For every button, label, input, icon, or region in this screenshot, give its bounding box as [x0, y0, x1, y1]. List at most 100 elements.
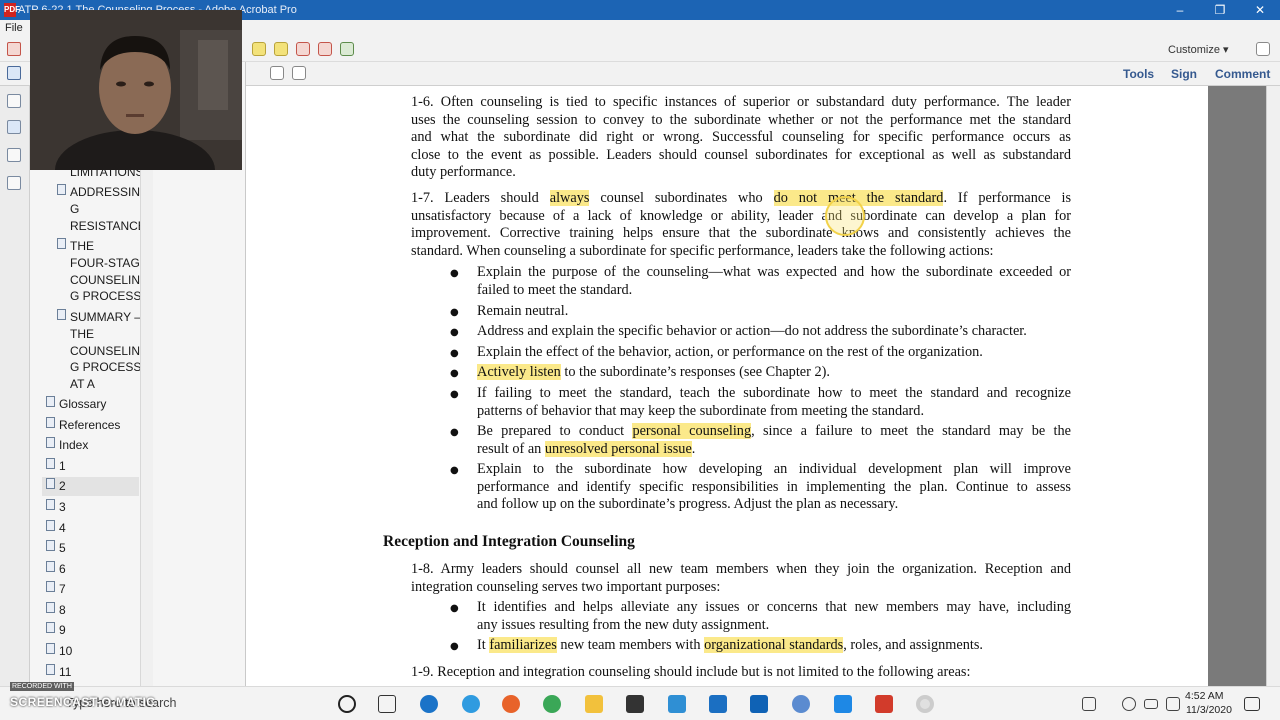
- bookmark-10[interactable]: 10: [59, 643, 72, 660]
- minimize-button[interactable]: –: [1160, 0, 1200, 20]
- text-line: Explain to the subordinate how developin…: [477, 461, 1071, 477]
- expand-icon[interactable]: [1256, 42, 1270, 56]
- bookmark-addressing-resistance[interactable]: ADDRESSIN G RESISTANCE: [70, 184, 146, 234]
- network-icon[interactable]: [1082, 697, 1096, 711]
- bullet-marker: ●: [450, 307, 459, 318]
- share-icon[interactable]: [340, 42, 354, 56]
- calculator-icon[interactable]: [668, 695, 686, 713]
- calendar-icon[interactable]: [709, 695, 727, 713]
- attachments-icon[interactable]: [7, 148, 21, 162]
- battery-icon[interactable]: [1144, 699, 1158, 709]
- bookmark-references[interactable]: References: [59, 417, 120, 434]
- bookmark-page-icon: [46, 664, 55, 675]
- menu-file[interactable]: File: [5, 22, 23, 34]
- ie-browser-icon[interactable]: [462, 695, 480, 713]
- bookmarks-icon[interactable]: [7, 120, 21, 134]
- bookmark-page-icon: [46, 478, 55, 489]
- acrobat-app-icon: PDF: [4, 3, 20, 17]
- tab-tools[interactable]: Tools: [1123, 67, 1154, 81]
- highlight-actively-listen[interactable]: Actively listen: [477, 364, 561, 380]
- clock-date[interactable]: 11/3/2020: [1186, 704, 1232, 716]
- bookmark-9[interactable]: 9: [59, 622, 66, 639]
- bookmark-glossary[interactable]: Glossary: [59, 396, 106, 413]
- attach-file-icon[interactable]: [296, 42, 310, 56]
- comment-bubble-icon[interactable]: [252, 42, 266, 56]
- bookmark-1[interactable]: 1: [59, 458, 66, 475]
- edge-browser-icon[interactable]: [420, 695, 438, 713]
- bookmark-4[interactable]: 4: [59, 520, 66, 537]
- paragraph-1-8: 1-8. Army leaders should counsel all new…: [411, 561, 1071, 596]
- bullet-familiarizes: It familiarizes new team members with or…: [477, 637, 983, 655]
- text-line: 1-7. Leaders should always counsel subor…: [411, 190, 1071, 208]
- task-view-icon[interactable]: [378, 695, 396, 713]
- fit-page-icon[interactable]: [270, 66, 284, 80]
- notifications-icon[interactable]: [1244, 697, 1260, 711]
- bookmark-8[interactable]: 8: [59, 602, 66, 619]
- bookmark-page-icon: [57, 238, 66, 249]
- bullet-personal-counseling: Be prepared to conduct personal counseli…: [477, 423, 1071, 458]
- mouse-cursor-highlight: [825, 196, 865, 236]
- recorder-icon[interactable]: [916, 695, 934, 713]
- bookmark-3[interactable]: 3: [59, 499, 66, 516]
- bookmark-line: THE: [70, 239, 94, 253]
- bookmark-line: AT A: [70, 377, 95, 392]
- bookmark-line: ADDRESSIN: [70, 185, 141, 199]
- bullet-development-plan: Explain to the subordinate how developin…: [477, 461, 1071, 514]
- signatures-icon[interactable]: [7, 176, 21, 190]
- highlight-text-icon[interactable]: [274, 42, 288, 56]
- highlight-unresolved-personal-issue[interactable]: unresolved personal issue: [544, 440, 692, 457]
- stamp-icon[interactable]: [318, 42, 332, 56]
- tab-comment[interactable]: Comment: [1215, 67, 1270, 81]
- highlight-always[interactable]: always: [549, 190, 590, 206]
- bookmark-line: G PROCESS: [70, 289, 142, 304]
- bookmark-7[interactable]: 7: [59, 581, 66, 598]
- selected-bookmark-highlight: [42, 477, 139, 496]
- windows-taskbar: Type here to search 4:52 AM 11/3/2020: [0, 686, 1280, 720]
- text-span: new team members with: [556, 637, 705, 653]
- bullet-remain-neutral: Remain neutral.: [477, 303, 569, 319]
- page-thumbnails-icon[interactable]: [7, 94, 21, 108]
- bookmark-2[interactable]: 2: [59, 478, 66, 495]
- acrobat-taskbar-icon[interactable]: [875, 695, 893, 713]
- full-screen-icon[interactable]: [292, 66, 306, 80]
- text-line: It identifies and helps alleviate any is…: [477, 599, 1071, 615]
- bookmark-6[interactable]: 6: [59, 561, 66, 578]
- bookmark-page-icon: [46, 437, 55, 448]
- highlight-familiarizes[interactable]: familiarizes: [489, 637, 557, 653]
- bookmarks-scrollbar[interactable]: [140, 170, 153, 686]
- bookmark-four-stage-process[interactable]: THE FOUR-STAGE COUNSELIN G PROCESS: [70, 238, 148, 305]
- cortana-icon[interactable]: [338, 695, 356, 713]
- text-line: If failing to meet the standard, teach t…: [477, 385, 1071, 401]
- store-icon[interactable]: [626, 695, 644, 713]
- volume-icon[interactable]: [1166, 697, 1180, 711]
- tab-sign[interactable]: Sign: [1171, 67, 1197, 81]
- phone-app-icon[interactable]: [834, 695, 852, 713]
- section-heading: Reception and Integration Counseling: [383, 533, 635, 550]
- customize-dropdown[interactable]: Customize ▾: [1168, 43, 1229, 56]
- highlight-organizational-standards[interactable]: organizational standards: [704, 637, 844, 653]
- bookmark-summary[interactable]: SUMMARY – THE COUNSELIN G PROCESS AT A: [70, 309, 141, 393]
- onedrive-icon[interactable]: [1122, 697, 1136, 711]
- close-button[interactable]: ✕: [1240, 0, 1280, 20]
- clock-time[interactable]: 4:52 AM: [1185, 690, 1224, 702]
- bullet-marker: ●: [450, 465, 459, 476]
- outlook-icon[interactable]: [750, 695, 768, 713]
- restore-button[interactable]: ❐: [1200, 0, 1240, 20]
- file-explorer-icon[interactable]: [585, 695, 603, 713]
- firefox-icon[interactable]: [502, 695, 520, 713]
- document-scrollbar[interactable]: [1266, 86, 1280, 686]
- chrome-icon[interactable]: [543, 695, 561, 713]
- home-icon[interactable]: [7, 66, 21, 80]
- highlight-personal-counseling[interactable]: personal counseling: [632, 423, 752, 439]
- snipping-tool-icon[interactable]: [792, 695, 810, 713]
- bookmark-index[interactable]: Index: [59, 437, 88, 454]
- text-span: to the subordinate’s responses (see Chap…: [560, 364, 830, 380]
- bookmark-line: FOUR-STAGE: [70, 255, 148, 270]
- bookmark-11[interactable]: 11: [59, 664, 71, 681]
- text-line: close to the event as possible. Leaders …: [411, 146, 1071, 163]
- bookmark-page-icon: [46, 561, 55, 572]
- bookmark-5[interactable]: 5: [59, 540, 66, 557]
- bullet-marker: ●: [450, 641, 459, 652]
- create-pdf-icon[interactable]: [7, 42, 21, 56]
- text-span: counsel subordinates who: [589, 190, 774, 206]
